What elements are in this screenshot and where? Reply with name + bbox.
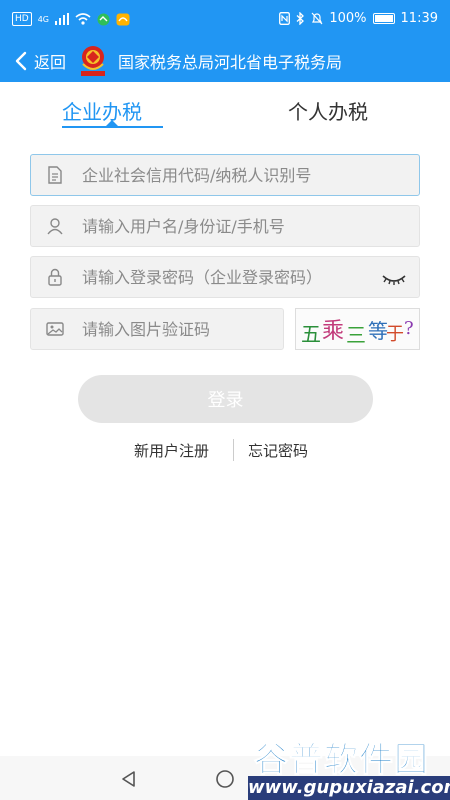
nfc-icon [279,12,291,25]
watermark-brand: 谷普软件园 [254,740,429,781]
mute-icon [311,12,323,25]
document-icon [44,164,66,186]
status-left: HD 4G [12,12,130,26]
status-bar: HD 4G 100% 11:39 [0,0,450,40]
login-type-tabs: 企业办税 个人办税 [0,82,450,142]
app-notification-icon [97,13,110,25]
credit-code-field[interactable]: 企业社会信用代码/纳税人识别号 [30,154,420,196]
back-label: 返回 [34,53,67,72]
captcha-char: 乘 [322,319,345,344]
captcha-char: 五 [301,322,321,346]
tax-bureau-emblem-icon [76,44,110,78]
register-link[interactable]: 新用户注册 [134,440,209,461]
watermark: 谷普软件园 www.gupuxiazai.com [248,728,450,800]
page-title: 国家税务总局河北省电子税务局 [118,53,343,72]
captcha-char: 三 [346,323,366,347]
captcha-char: 等 [368,319,388,343]
back-arrow-icon [15,51,27,71]
status-right: 100% 11:39 [279,11,438,26]
app-header: 返回 国家税务总局河北省电子税务局 [0,40,450,82]
lock-icon [44,266,66,288]
app-notification-icon-2 [116,13,130,25]
captcha-char: ? [404,318,414,339]
signal-icon [55,13,69,25]
password-field[interactable]: 请输入登录密码（企业登录密码） [30,256,420,298]
hd-badge: HD [12,12,32,26]
image-icon [44,318,66,340]
tab-indicator [62,126,163,128]
back-button[interactable]: 返回 [0,40,66,82]
nav-home-icon[interactable] [214,768,236,790]
auth-links: 新用户注册 忘记密码 [0,439,450,461]
link-divider [233,439,234,461]
login-button[interactable]: 登录 [78,375,373,423]
battery-icon [372,13,395,24]
user-icon [44,215,66,237]
username-input[interactable]: 请输入用户名/身份证/手机号 [82,217,285,236]
tab-personal[interactable]: 个人办税 [288,96,368,125]
forgot-password-link[interactable]: 忘记密码 [248,440,308,461]
watermark-url: www.gupuxiazai.com [248,776,450,800]
captcha-char: 于 [386,324,404,345]
nav-back-icon[interactable] [118,768,140,790]
battery-percent: 100% [329,11,367,26]
bluetooth-icon [296,12,305,25]
show-password-eye-icon[interactable] [381,269,407,287]
captcha-image[interactable]: 五 乘 三 等 于 ? [295,308,420,350]
credit-code-input[interactable]: 企业社会信用代码/纳税人识别号 [82,166,311,185]
network-4g: 4G [37,14,49,24]
tab-enterprise[interactable]: 企业办税 [62,96,142,125]
username-field[interactable]: 请输入用户名/身份证/手机号 [30,205,420,247]
captcha-input[interactable]: 请输入图片验证码 [82,320,210,339]
captcha-field[interactable]: 请输入图片验证码 [30,308,284,350]
password-input[interactable]: 请输入登录密码（企业登录密码） [82,268,362,287]
status-time: 11:39 [400,11,438,26]
wifi-icon [75,13,91,25]
